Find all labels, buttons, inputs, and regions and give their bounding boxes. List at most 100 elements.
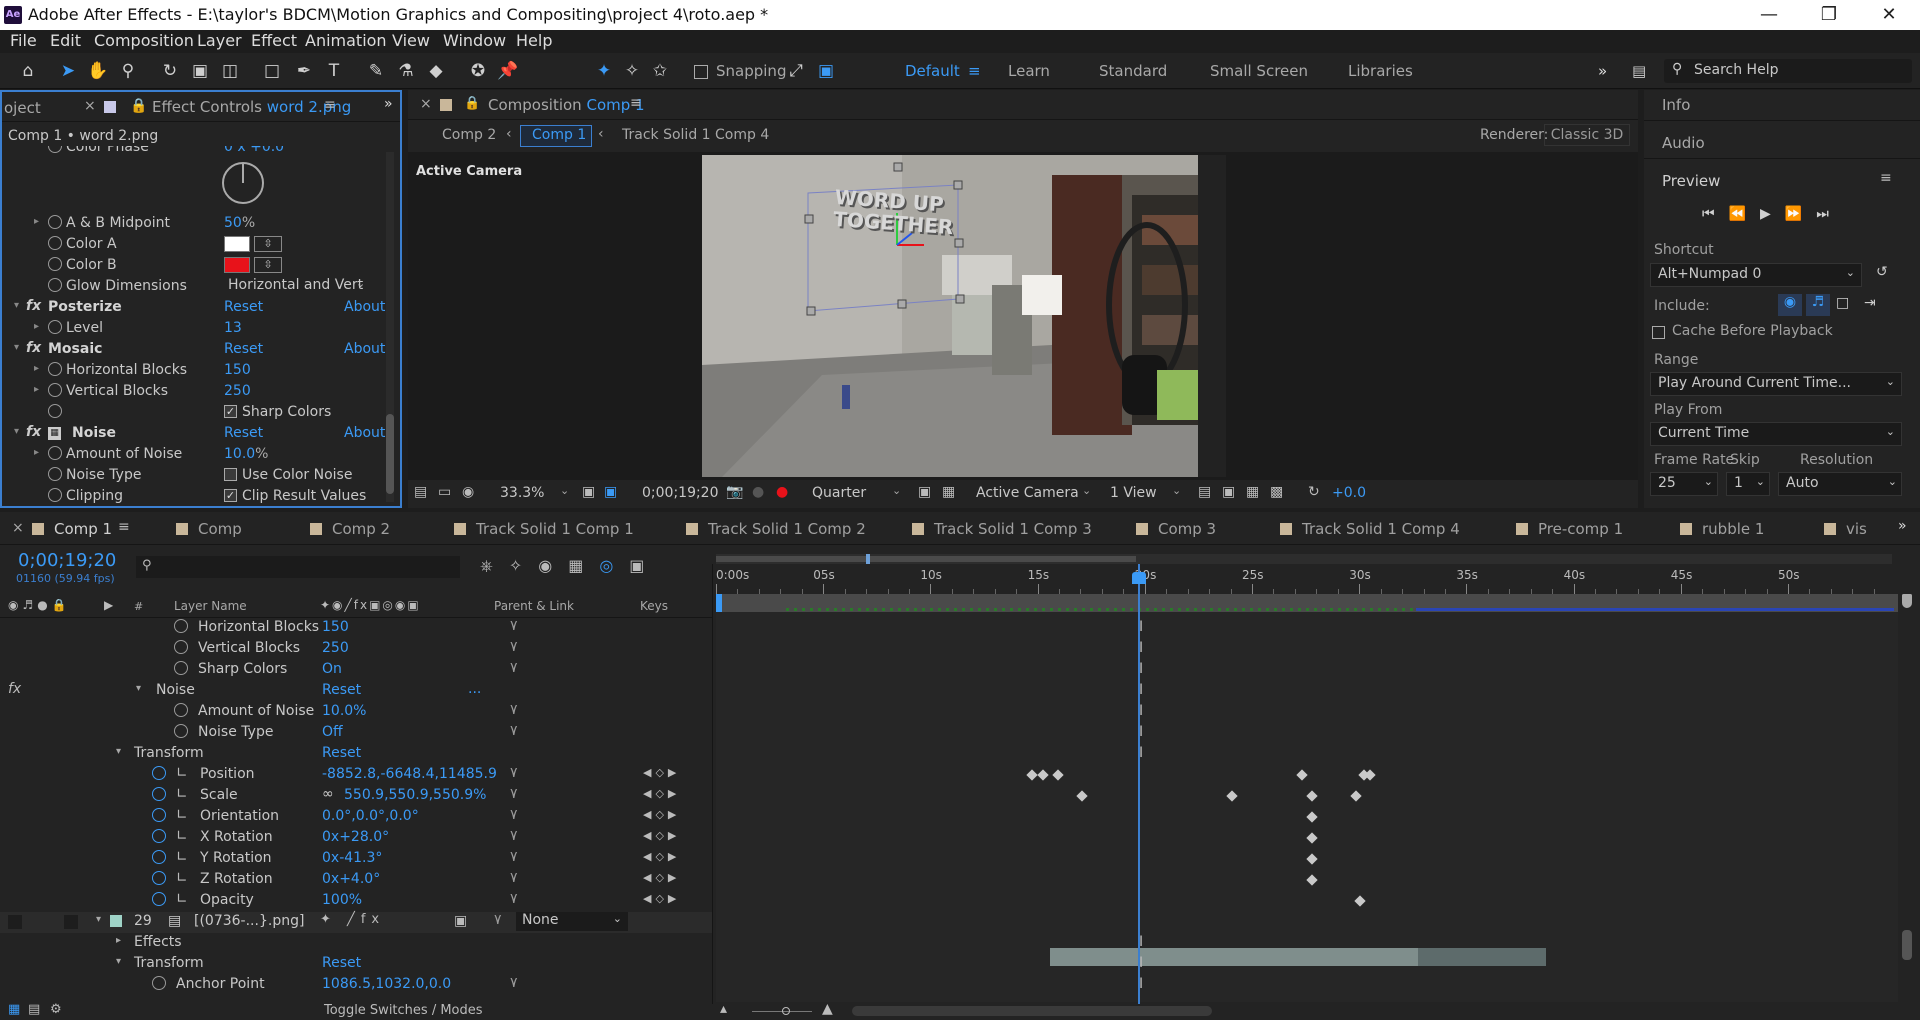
expand-layer-switches-icon[interactable]: ▦ bbox=[8, 1002, 20, 1017]
close-icon[interactable]: ✕ bbox=[1866, 2, 1912, 28]
sync-settings-icon[interactable]: ▤ bbox=[1632, 62, 1646, 80]
shortcut-dropdown[interactable]: Alt+Numpad 0 ⌄ bbox=[1650, 263, 1862, 287]
menu-edit[interactable]: Edit bbox=[50, 31, 81, 50]
zoom-out-icon[interactable]: ▴ bbox=[720, 1001, 727, 1017]
lock-icon[interactable]: 🔒 bbox=[464, 96, 480, 111]
monitor-icon[interactable]: ▭ bbox=[438, 484, 451, 500]
clip-result-values-checkbox[interactable]: ✓ bbox=[224, 489, 237, 502]
search-help-field[interactable]: ⚲ Search Help bbox=[1664, 59, 1912, 83]
mosaic-reset-button[interactable]: Reset bbox=[224, 341, 263, 357]
clone-stamp-tool-icon[interactable]: ⚗ bbox=[394, 59, 418, 83]
keyframe[interactable] bbox=[1306, 853, 1318, 865]
workspace-menu-icon[interactable]: ≡ bbox=[968, 62, 981, 80]
fast-preview-icon[interactable]: ▣ bbox=[1222, 484, 1235, 500]
keyframe[interactable] bbox=[1306, 832, 1318, 844]
panel-menu-icon[interactable]: ≡ bbox=[630, 95, 642, 111]
composition-tab[interactable]: Composition Comp 1 bbox=[488, 96, 645, 114]
resolution-dropdown[interactable]: Quarter bbox=[812, 485, 866, 501]
toggle-switches-modes-button[interactable]: Toggle Switches / Modes bbox=[324, 1003, 483, 1018]
cache-before-playback-checkbox[interactable] bbox=[1652, 326, 1665, 339]
eraser-tool-icon[interactable]: ◆ bbox=[424, 59, 448, 83]
stopwatch-icon[interactable] bbox=[48, 236, 62, 250]
posterize-about-button[interactable]: About bbox=[344, 299, 385, 315]
skip-dropdown[interactable]: 1 ⌄ bbox=[1726, 472, 1770, 496]
restore-icon[interactable]: ❐ bbox=[1806, 2, 1852, 28]
zoom-tool-icon[interactable]: ⚲ bbox=[116, 59, 140, 83]
breadcrumb-comp-1[interactable]: Comp 1 bbox=[532, 127, 586, 143]
selection-tool-icon[interactable]: ➤ bbox=[56, 59, 80, 83]
workspace-libraries[interactable]: Libraries bbox=[1348, 62, 1413, 80]
mosaic-about-button[interactable]: About bbox=[344, 341, 385, 357]
effect-controls-scrollbar[interactable] bbox=[386, 152, 394, 502]
type-tool-icon[interactable]: T bbox=[322, 59, 346, 83]
keyframe[interactable] bbox=[1354, 895, 1366, 907]
camera-tool-icon[interactable]: ▣ bbox=[188, 59, 212, 83]
reset-shortcut-icon[interactable]: ↺ bbox=[1876, 264, 1888, 280]
keyframe[interactable] bbox=[1306, 874, 1318, 886]
fx-icon[interactable]: fx bbox=[26, 298, 41, 314]
keyframe[interactable] bbox=[1076, 790, 1088, 802]
toggle-pixel-aspect-icon[interactable]: ▤ bbox=[1198, 484, 1211, 500]
eyedropper-icon[interactable]: ⇳ bbox=[254, 236, 282, 252]
breadcrumb-track-solid-comp-4[interactable]: Track Solid 1 Comp 4 bbox=[622, 127, 769, 143]
posterize-reset-button[interactable]: Reset bbox=[224, 299, 263, 315]
workspace-overflow-icon[interactable]: » bbox=[1598, 62, 1607, 80]
snap-options-icon[interactable]: ⤢ bbox=[784, 59, 808, 83]
lock-panel-icon[interactable] bbox=[104, 101, 116, 113]
project-tab[interactable]: oject bbox=[4, 99, 41, 117]
expand-transfer-controls-icon[interactable]: ▤ bbox=[28, 1002, 40, 1017]
keyframe[interactable] bbox=[1052, 769, 1064, 781]
keyframe[interactable] bbox=[1296, 769, 1308, 781]
menu-layer[interactable]: Layer bbox=[197, 31, 242, 50]
zoom-in-icon[interactable]: ▲ bbox=[822, 1001, 833, 1017]
show-snapshot-icon[interactable]: ● bbox=[752, 484, 764, 500]
local-axis-mode-icon[interactable]: ✦ bbox=[592, 59, 616, 83]
home-icon[interactable]: ⌂ bbox=[16, 59, 40, 83]
previous-frame-icon[interactable]: ⏪ bbox=[1729, 206, 1760, 222]
expand-timing-icon[interactable]: ⚙ bbox=[50, 1002, 62, 1017]
noise-reset-button[interactable]: Reset bbox=[224, 425, 263, 441]
color-b-swatch[interactable] bbox=[224, 257, 250, 273]
sharp-colors-checkbox[interactable]: ✓ bbox=[224, 405, 237, 418]
close-tab-icon[interactable]: × bbox=[84, 98, 96, 114]
workspace-default[interactable]: Default bbox=[905, 62, 960, 80]
world-axis-mode-icon[interactable]: ✧ bbox=[620, 59, 644, 83]
ab-midpoint-value[interactable]: 50 bbox=[224, 215, 242, 231]
zoom-dropdown[interactable]: 33.3% bbox=[500, 485, 544, 501]
fx-icon[interactable]: fx bbox=[26, 340, 41, 356]
grid-guides-icon[interactable]: ▣ bbox=[604, 484, 617, 500]
view-axis-mode-icon[interactable]: ✩ bbox=[648, 59, 672, 83]
snap-target-icon[interactable]: ▣ bbox=[814, 59, 838, 83]
menu-animation[interactable]: Animation bbox=[305, 31, 387, 50]
reset-exposure-icon[interactable]: ↻ bbox=[1308, 484, 1320, 500]
color-phase-dial[interactable] bbox=[222, 162, 264, 204]
preview-panel-tab[interactable]: Preview bbox=[1662, 172, 1720, 190]
menu-effect[interactable]: Effect bbox=[251, 31, 297, 50]
stopwatch-icon[interactable] bbox=[48, 467, 62, 481]
camera-view-dropdown[interactable]: Active Camera bbox=[976, 485, 1079, 501]
pan-behind-tool-icon[interactable]: ◫ bbox=[218, 59, 242, 83]
panel-menu-icon[interactable]: ≡ bbox=[1880, 170, 1892, 186]
hand-tool-icon[interactable]: ✋ bbox=[86, 59, 110, 83]
next-frame-icon[interactable]: ⏩ bbox=[1785, 206, 1816, 222]
view-layout-dropdown[interactable]: 1 View bbox=[1110, 485, 1157, 501]
stopwatch-icon[interactable] bbox=[48, 215, 62, 229]
keyframe[interactable] bbox=[1306, 811, 1318, 823]
last-frame-icon[interactable]: ⏭ bbox=[1816, 206, 1843, 222]
renderer-dropdown[interactable]: Classic 3D bbox=[1544, 124, 1630, 146]
workspace-small-screen[interactable]: Small Screen bbox=[1210, 62, 1308, 80]
comp-timecode[interactable]: 0;00;19;20 bbox=[642, 485, 719, 501]
fit-icon[interactable]: ▣ bbox=[582, 484, 595, 500]
external-video-icon[interactable]: ⇥ bbox=[1864, 295, 1876, 311]
rotation-tool-icon[interactable]: ↻ bbox=[158, 59, 182, 83]
menu-view[interactable]: View bbox=[392, 31, 430, 50]
stopwatch-icon[interactable] bbox=[48, 257, 62, 271]
fx-icon[interactable]: fx bbox=[26, 424, 41, 440]
puppet-pin-tool-icon[interactable]: 📌 bbox=[496, 59, 520, 83]
brush-tool-icon[interactable]: ✎ bbox=[364, 59, 388, 83]
stopwatch-icon[interactable] bbox=[48, 446, 62, 460]
stopwatch-icon[interactable] bbox=[48, 488, 62, 502]
lock-icon[interactable]: 🔒 bbox=[130, 98, 147, 114]
stopwatch-icon[interactable] bbox=[48, 362, 62, 376]
use-color-noise-checkbox[interactable] bbox=[224, 468, 237, 481]
